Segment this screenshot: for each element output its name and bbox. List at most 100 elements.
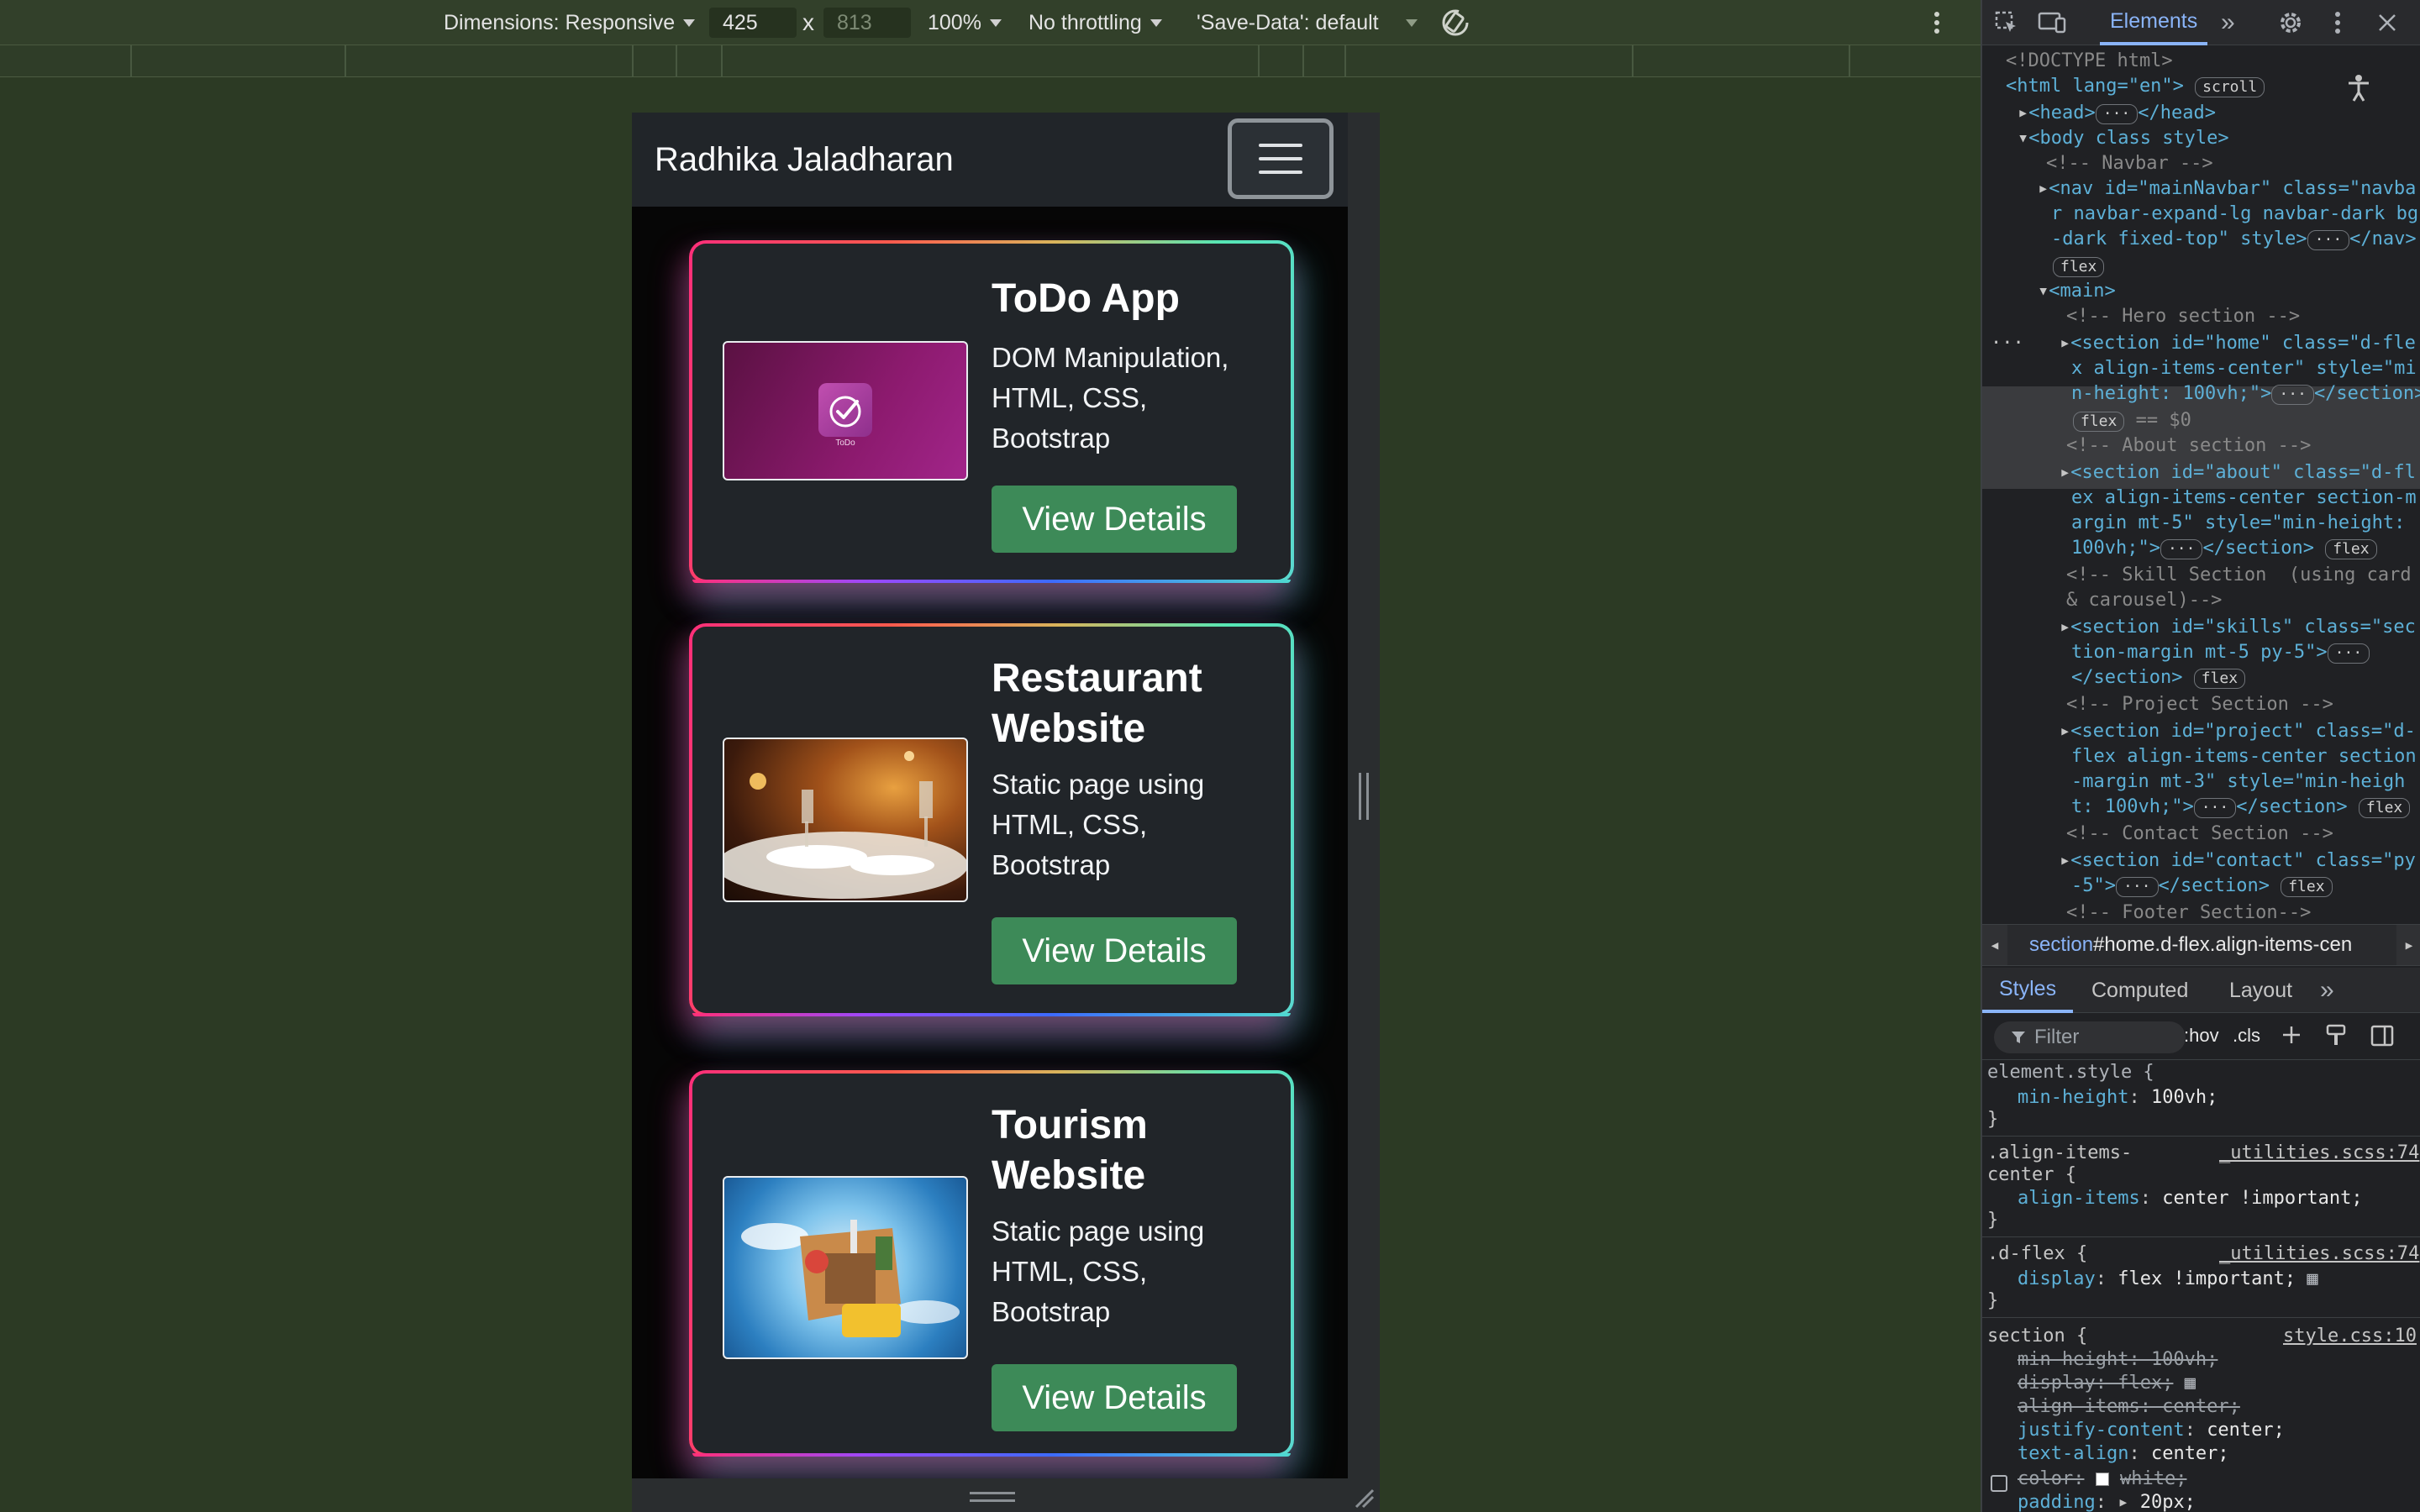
rule-selector[interactable]: element.style { (1987, 1060, 2154, 1085)
dom-line-selected[interactable]: flex == $0 (2073, 408, 2191, 433)
breadcrumb-item[interactable]: section#home.d-flex.align-items-cen (2029, 933, 2352, 957)
rule-declaration[interactable]: padding: ▸ 20px; (2018, 1490, 2196, 1512)
more-options-button[interactable] (1933, 0, 1941, 45)
dom-line[interactable]: <!-- Hero section --> (2066, 304, 2300, 329)
navbar-toggler-button[interactable] (1228, 118, 1334, 199)
dom-line[interactable]: ▸<section id="about" class="d-fl (2060, 460, 2416, 486)
node-actions-icon[interactable]: ··· (1991, 331, 2024, 356)
rule-declaration[interactable]: text-align: center; (2018, 1441, 2229, 1467)
dom-line[interactable]: ▾<body class style> (2018, 126, 2229, 151)
rule-selector[interactable]: .d-flex { (1987, 1242, 2087, 1267)
dom-line[interactable]: tion-margin mt-5 py-5"> ··· (2071, 640, 2370, 665)
throttling-dropdown[interactable]: No throttling (1028, 0, 1162, 45)
tab-computed[interactable]: Computed (2091, 968, 2188, 1013)
tab-layout[interactable]: Layout (2229, 968, 2292, 1013)
dom-line[interactable]: <!DOCTYPE html> (2006, 49, 2173, 74)
throttling-label: No throttling (1028, 10, 1142, 34)
dom-line[interactable]: -dark fixed-top" style> ··· </nav> (2051, 227, 2417, 252)
media-query-ruler[interactable] (0, 45, 1981, 77)
rule-selector[interactable]: center { (1987, 1163, 2076, 1188)
dom-line[interactable]: <!-- Contact Section --> (2066, 822, 2333, 847)
save-data-dropdown[interactable]: 'Save-Data': default (1197, 0, 1418, 45)
emulated-viewport[interactable]: Radhika Jaladharan ToDo ToDo App DOM Man… (632, 113, 1348, 1478)
dom-line[interactable]: <!-- Footer Section--> (2066, 900, 2311, 926)
declaration-checkbox[interactable] (1991, 1475, 2007, 1492)
dom-line[interactable]: ▾<main> (2038, 279, 2116, 304)
dom-line[interactable]: & carousel)--> (2066, 588, 2222, 613)
tab-styles[interactable]: Styles (1982, 968, 2074, 1013)
breadcrumb-scroll-right[interactable]: ▸ (2396, 925, 2420, 965)
dom-line[interactable]: <!-- Skill Section (using card (2066, 563, 2412, 588)
dom-line[interactable]: ▸<head> ··· </head> (2018, 101, 2216, 126)
dom-line[interactable]: t: 100vh;"> ··· </section> flex (2071, 795, 2411, 820)
dom-line[interactable]: argin mt-5" style="min-height: (2071, 511, 2405, 536)
dom-line[interactable]: ▸<nav id="mainNavbar" class="navba (2038, 176, 2416, 202)
rule-source-link[interactable]: _utilities.scss:74 (2219, 1242, 2419, 1267)
rule-source-link[interactable]: style.css:10 (2283, 1324, 2417, 1349)
rule-source-link[interactable]: _utilities.scss:74 (2219, 1141, 2419, 1166)
rule-declaration[interactable]: display: flex !important; ▦ (2018, 1267, 2318, 1292)
settings-button[interactable] (2278, 0, 2303, 45)
view-details-button[interactable]: View Details (992, 917, 1237, 984)
view-details-button[interactable]: View Details (992, 486, 1237, 553)
dom-tree[interactable]: <!DOCTYPE html> <html lang="en"> scroll … (1982, 49, 2420, 923)
breadcrumb-scroll-left[interactable]: ◂ (1982, 925, 2007, 965)
dom-line[interactable]: r navbar-expand-lg navbar-dark bg (2051, 202, 2418, 227)
dom-line[interactable]: ▸<section id="project" class="d- (2060, 719, 2416, 744)
rule-declaration-disabled[interactable]: color: white; (2018, 1467, 2186, 1492)
viewport-resize-handle-right[interactable] (1348, 113, 1380, 1478)
viewport-resize-handle-bottom[interactable] (632, 1478, 1380, 1512)
styles-rules-pane: element.style { min-height: 100vh; } .al… (1982, 1060, 2420, 1512)
dom-line[interactable]: flex (2053, 254, 2105, 279)
accessibility-icon[interactable] (2342, 71, 2375, 104)
close-devtools-button[interactable] (2377, 0, 2397, 45)
tab-elements[interactable]: Elements (2100, 0, 2208, 45)
dom-line[interactable]: 100vh;"> ··· </section> flex (2071, 536, 2377, 561)
device-toggle-button[interactable] (2038, 0, 2066, 45)
rule-declaration-overridden[interactable]: display: flex; ▦ (2018, 1371, 2196, 1396)
dom-line[interactable]: ▸<section id="skills" class="sec (2060, 615, 2416, 640)
devtools-menu-button[interactable] (2333, 0, 2342, 45)
dom-line-selected[interactable]: ▸<section id="home" class="d-fle (2060, 331, 2416, 356)
more-subtabs-button[interactable]: » (2320, 968, 2334, 1013)
dom-line[interactable]: flex align-items-center section (2071, 744, 2417, 769)
more-tabs-button[interactable]: » (2221, 0, 2235, 45)
paint-brush-icon[interactable] (2325, 1023, 2349, 1048)
inspect-button[interactable] (1994, 0, 2019, 45)
project-card: Tourism Website Static page using HTML, … (689, 1070, 1294, 1457)
hov-toggle[interactable]: :hov (2184, 1025, 2219, 1047)
more-tabs-icon: » (2221, 8, 2235, 36)
dom-line[interactable]: <!-- About section --> (2066, 433, 2311, 459)
rotate-button[interactable] (1440, 0, 1470, 45)
cls-toggle[interactable]: .cls (2233, 1025, 2260, 1047)
rule-selector[interactable]: section { (1987, 1324, 2087, 1349)
dom-line[interactable]: </section> flex (2071, 665, 2246, 690)
rule-declaration[interactable]: justify-content: center; (2018, 1418, 2285, 1443)
ruler-tick (721, 45, 723, 77)
dom-line-selected[interactable]: x align-items-center" style="mi (2071, 356, 2417, 381)
width-input[interactable]: 425 (709, 8, 797, 38)
dom-line[interactable]: <html lang="en"> scroll (2006, 74, 2265, 99)
dom-line-selected[interactable]: n-height: 100vh;"> ··· </section> (2071, 381, 2420, 407)
dom-line[interactable]: <!-- Navbar --> (2046, 151, 2213, 176)
rule-declaration-overridden[interactable]: align-items: center; (2018, 1394, 2240, 1420)
dom-line[interactable]: ▸<section id="contact" class="py (2060, 848, 2416, 874)
rule-declaration[interactable]: min-height: 100vh; (2018, 1085, 2217, 1110)
sidebar-toggle-icon[interactable] (2370, 1025, 2396, 1048)
view-details-button[interactable]: View Details (992, 1364, 1237, 1431)
dom-line[interactable]: -margin mt-3" style="min-heigh (2071, 769, 2405, 795)
zoom-dropdown[interactable]: 100% (928, 0, 1002, 45)
rule-declaration[interactable]: align-items: center !important; (2018, 1186, 2363, 1211)
devtools-panel: Elements » <!DOCTYPE html> <html lang="e… (1981, 0, 2420, 1512)
rule-declaration-overridden[interactable]: min-height: 100vh; (2018, 1347, 2217, 1373)
dom-line[interactable]: -5"> ··· </section> flex (2071, 874, 2333, 899)
site-brand[interactable]: Radhika Jaladharan (655, 141, 954, 179)
dom-line[interactable]: <!-- Project Section --> (2066, 692, 2333, 717)
dom-line[interactable]: ex align-items-center section-m (2071, 486, 2417, 511)
height-input[interactable]: 813 (823, 8, 911, 38)
resize-corner-icon[interactable] (1353, 1487, 1375, 1509)
add-rule-icon[interactable] (2281, 1025, 2307, 1050)
dimensions-dropdown[interactable]: Dimensions: Responsive (444, 0, 696, 45)
filter-input[interactable]: Filter (1994, 1021, 2186, 1053)
resize-grip-icon (1359, 773, 1369, 820)
